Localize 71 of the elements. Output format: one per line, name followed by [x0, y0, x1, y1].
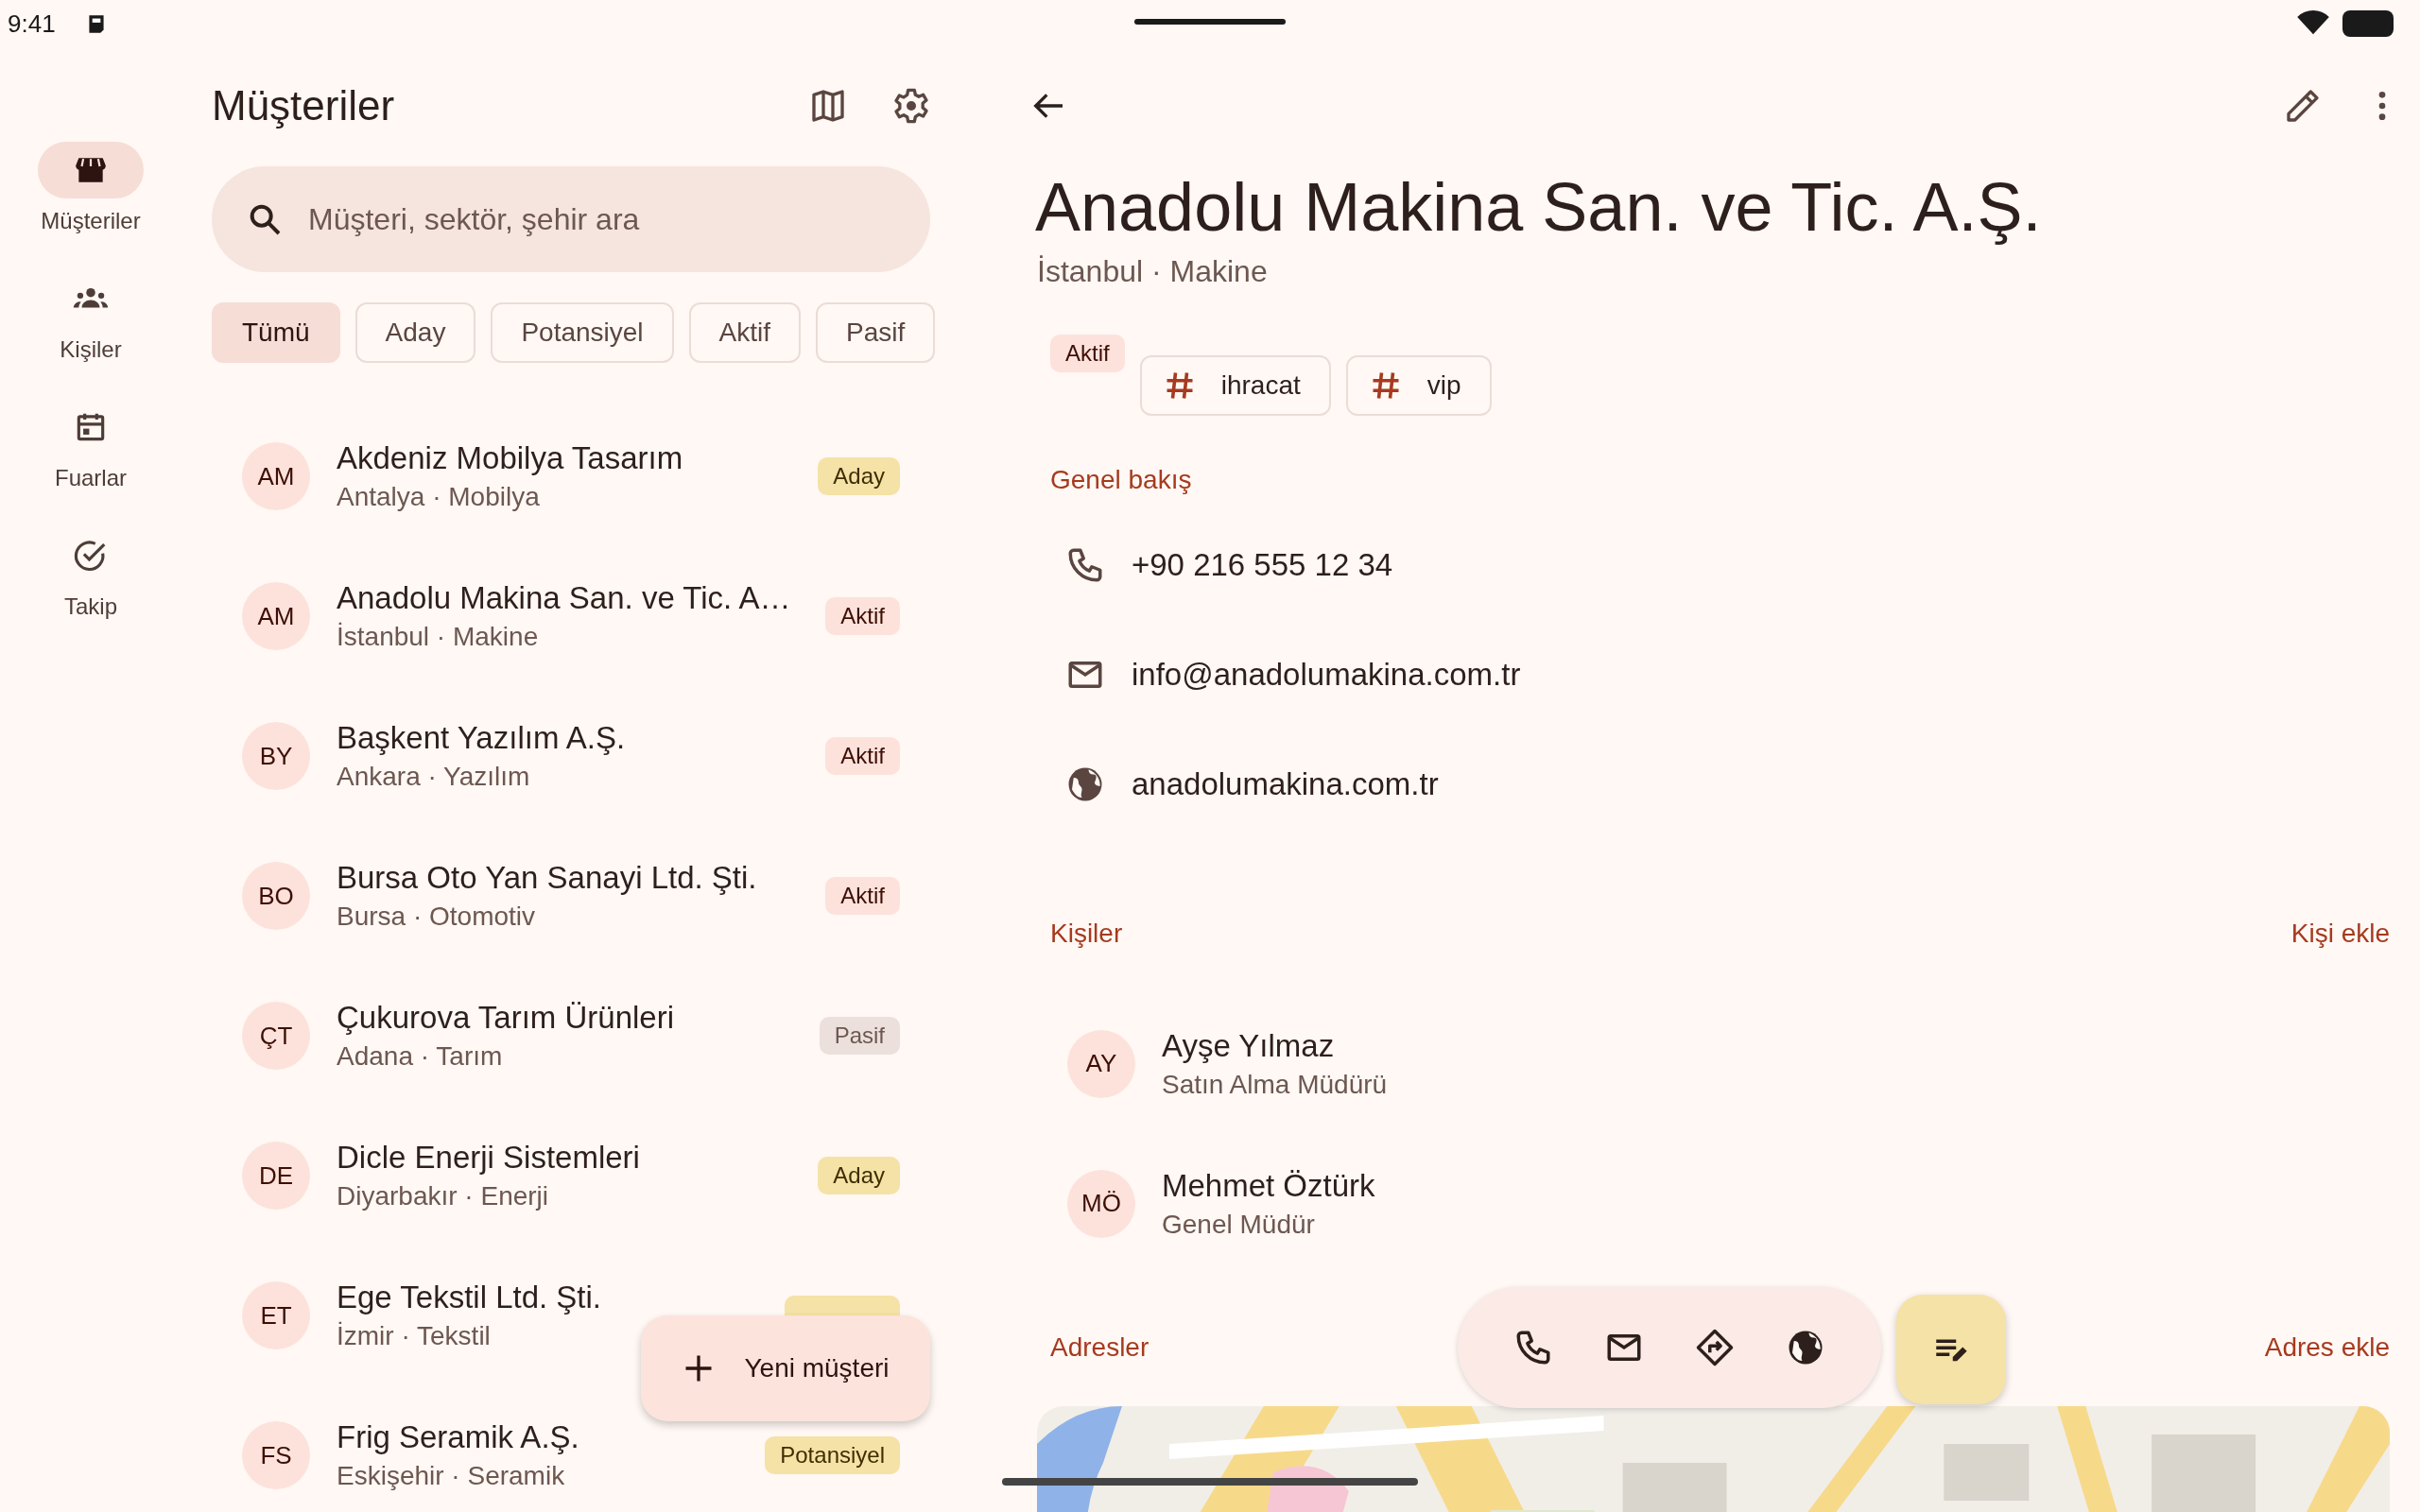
customer-location: İzmir · Tekstil — [337, 1321, 492, 1351]
settings-icon[interactable] — [892, 87, 930, 125]
customer-title: Anadolu Makina San. ve Tic. A.Ş. — [1035, 168, 2043, 247]
customer-name: Çukurova Tarım Ürünleri — [337, 1000, 675, 1036]
customer-location: Eskişehir · Seramik — [337, 1461, 566, 1491]
section-heading: Genel bakış — [1050, 464, 1193, 495]
status-badge: Aktif — [825, 597, 900, 635]
nav-item[interactable]: Kişiler — [38, 270, 144, 363]
customer-location: Diyarbakır · Enerji — [337, 1181, 550, 1211]
status-badge: Potansiyel — [765, 1436, 900, 1474]
map-icon[interactable] — [809, 87, 847, 125]
status-time: 9:41 — [8, 9, 56, 39]
customer-name: Akdeniz Mobilya Tasarım — [337, 440, 684, 476]
avatar: BY — [242, 722, 310, 790]
status-badge: Aktif — [825, 737, 900, 775]
nav-item[interactable]: Takip — [38, 527, 144, 620]
status-badge: Aday — [818, 1157, 900, 1194]
page-title: Müşteriler — [212, 82, 395, 129]
person-name: Ayşe Yılmaz — [1162, 1027, 1336, 1064]
nav-item[interactable]: Fuarlar — [38, 399, 144, 491]
pencil-icon[interactable] — [2284, 87, 2322, 125]
person-role: Genel Müdür — [1162, 1209, 1316, 1240]
status-badge: Aktif — [1050, 334, 1125, 372]
section-heading: Kişiler — [1050, 918, 1123, 949]
add-note-button[interactable] — [1896, 1295, 2006, 1404]
customer-location: İstanbul · Makine — [337, 622, 540, 652]
customer-location: Antalya · Mobilya — [337, 482, 541, 512]
customer-name: Frig Seramik A.Ş. — [337, 1419, 580, 1455]
add-contact-link[interactable]: Kişi ekle — [2290, 918, 2390, 949]
tag-chip[interactable]: ihracat — [1139, 354, 1331, 416]
contact-info-text: info@anadolumakina.com.tr — [1132, 656, 1521, 693]
filter-chip[interactable]: Tümü — [212, 302, 340, 363]
customer-name: Başkent Yazılım A.Ş. — [337, 720, 627, 756]
new-customer-button[interactable]: Yeni müşteri — [641, 1315, 930, 1421]
contact-info-text: anadolumakina.com.tr — [1132, 765, 1439, 802]
status-badge: Aktif — [825, 877, 900, 915]
tag-chip[interactable]: vip — [1345, 354, 1492, 416]
avatar: BO — [242, 862, 310, 930]
tag-label: vip — [1426, 369, 1461, 401]
tag-label: ihracat — [1220, 369, 1301, 401]
battery-icon — [2342, 10, 2394, 37]
search-field[interactable]: Müşteri, sektör, şehir ara — [212, 166, 930, 272]
filter-chip[interactable]: Pasif — [816, 302, 936, 363]
wifi-icon — [2297, 10, 2329, 37]
person-name: Mehmet Öztürk — [1162, 1167, 1376, 1204]
avatar: FS — [242, 1421, 310, 1489]
customer-location: Bursa · Otomotiv — [337, 902, 537, 932]
directions-icon — [1695, 1328, 1735, 1367]
customer-location: Adana · Tarım — [337, 1041, 504, 1072]
customer-name: Dicle Enerji Sistemleri — [337, 1140, 641, 1176]
avatar: ET — [242, 1281, 310, 1349]
status-badge: Pasif — [819, 1017, 900, 1055]
status-badge: Aday — [818, 457, 900, 495]
customer-name: Ege Tekstil Ltd. Şti. — [337, 1280, 603, 1315]
avatar: DE — [242, 1142, 310, 1210]
filter-chip[interactable]: Aday — [354, 302, 476, 363]
add-address-link[interactable]: Adres ekle — [2264, 1332, 2390, 1363]
filter-chip[interactable]: Aktif — [688, 302, 802, 363]
avatar: AM — [242, 582, 310, 650]
section-heading: Adresler — [1050, 1332, 1150, 1363]
avatar: AM — [242, 442, 310, 510]
avatar: AY — [1067, 1029, 1135, 1098]
contact-info-text: +90 216 555 12 34 — [1132, 546, 1393, 583]
avatar: MÖ — [1067, 1169, 1135, 1238]
customer-name: Bursa Oto Yan Sanayi Ltd. Şti. — [337, 860, 758, 896]
avatar: ÇT — [242, 1002, 310, 1070]
person-role: Satın Alma Müdürü — [1162, 1069, 1389, 1100]
customer-location: İstanbul · Makine — [1037, 253, 1269, 289]
filter-chip[interactable]: Potansiyel — [491, 302, 674, 363]
customer-name: Anadolu Makina San. ve Tic. A… — [337, 580, 792, 616]
customer-location: Ankara · Yazılım — [337, 762, 531, 792]
